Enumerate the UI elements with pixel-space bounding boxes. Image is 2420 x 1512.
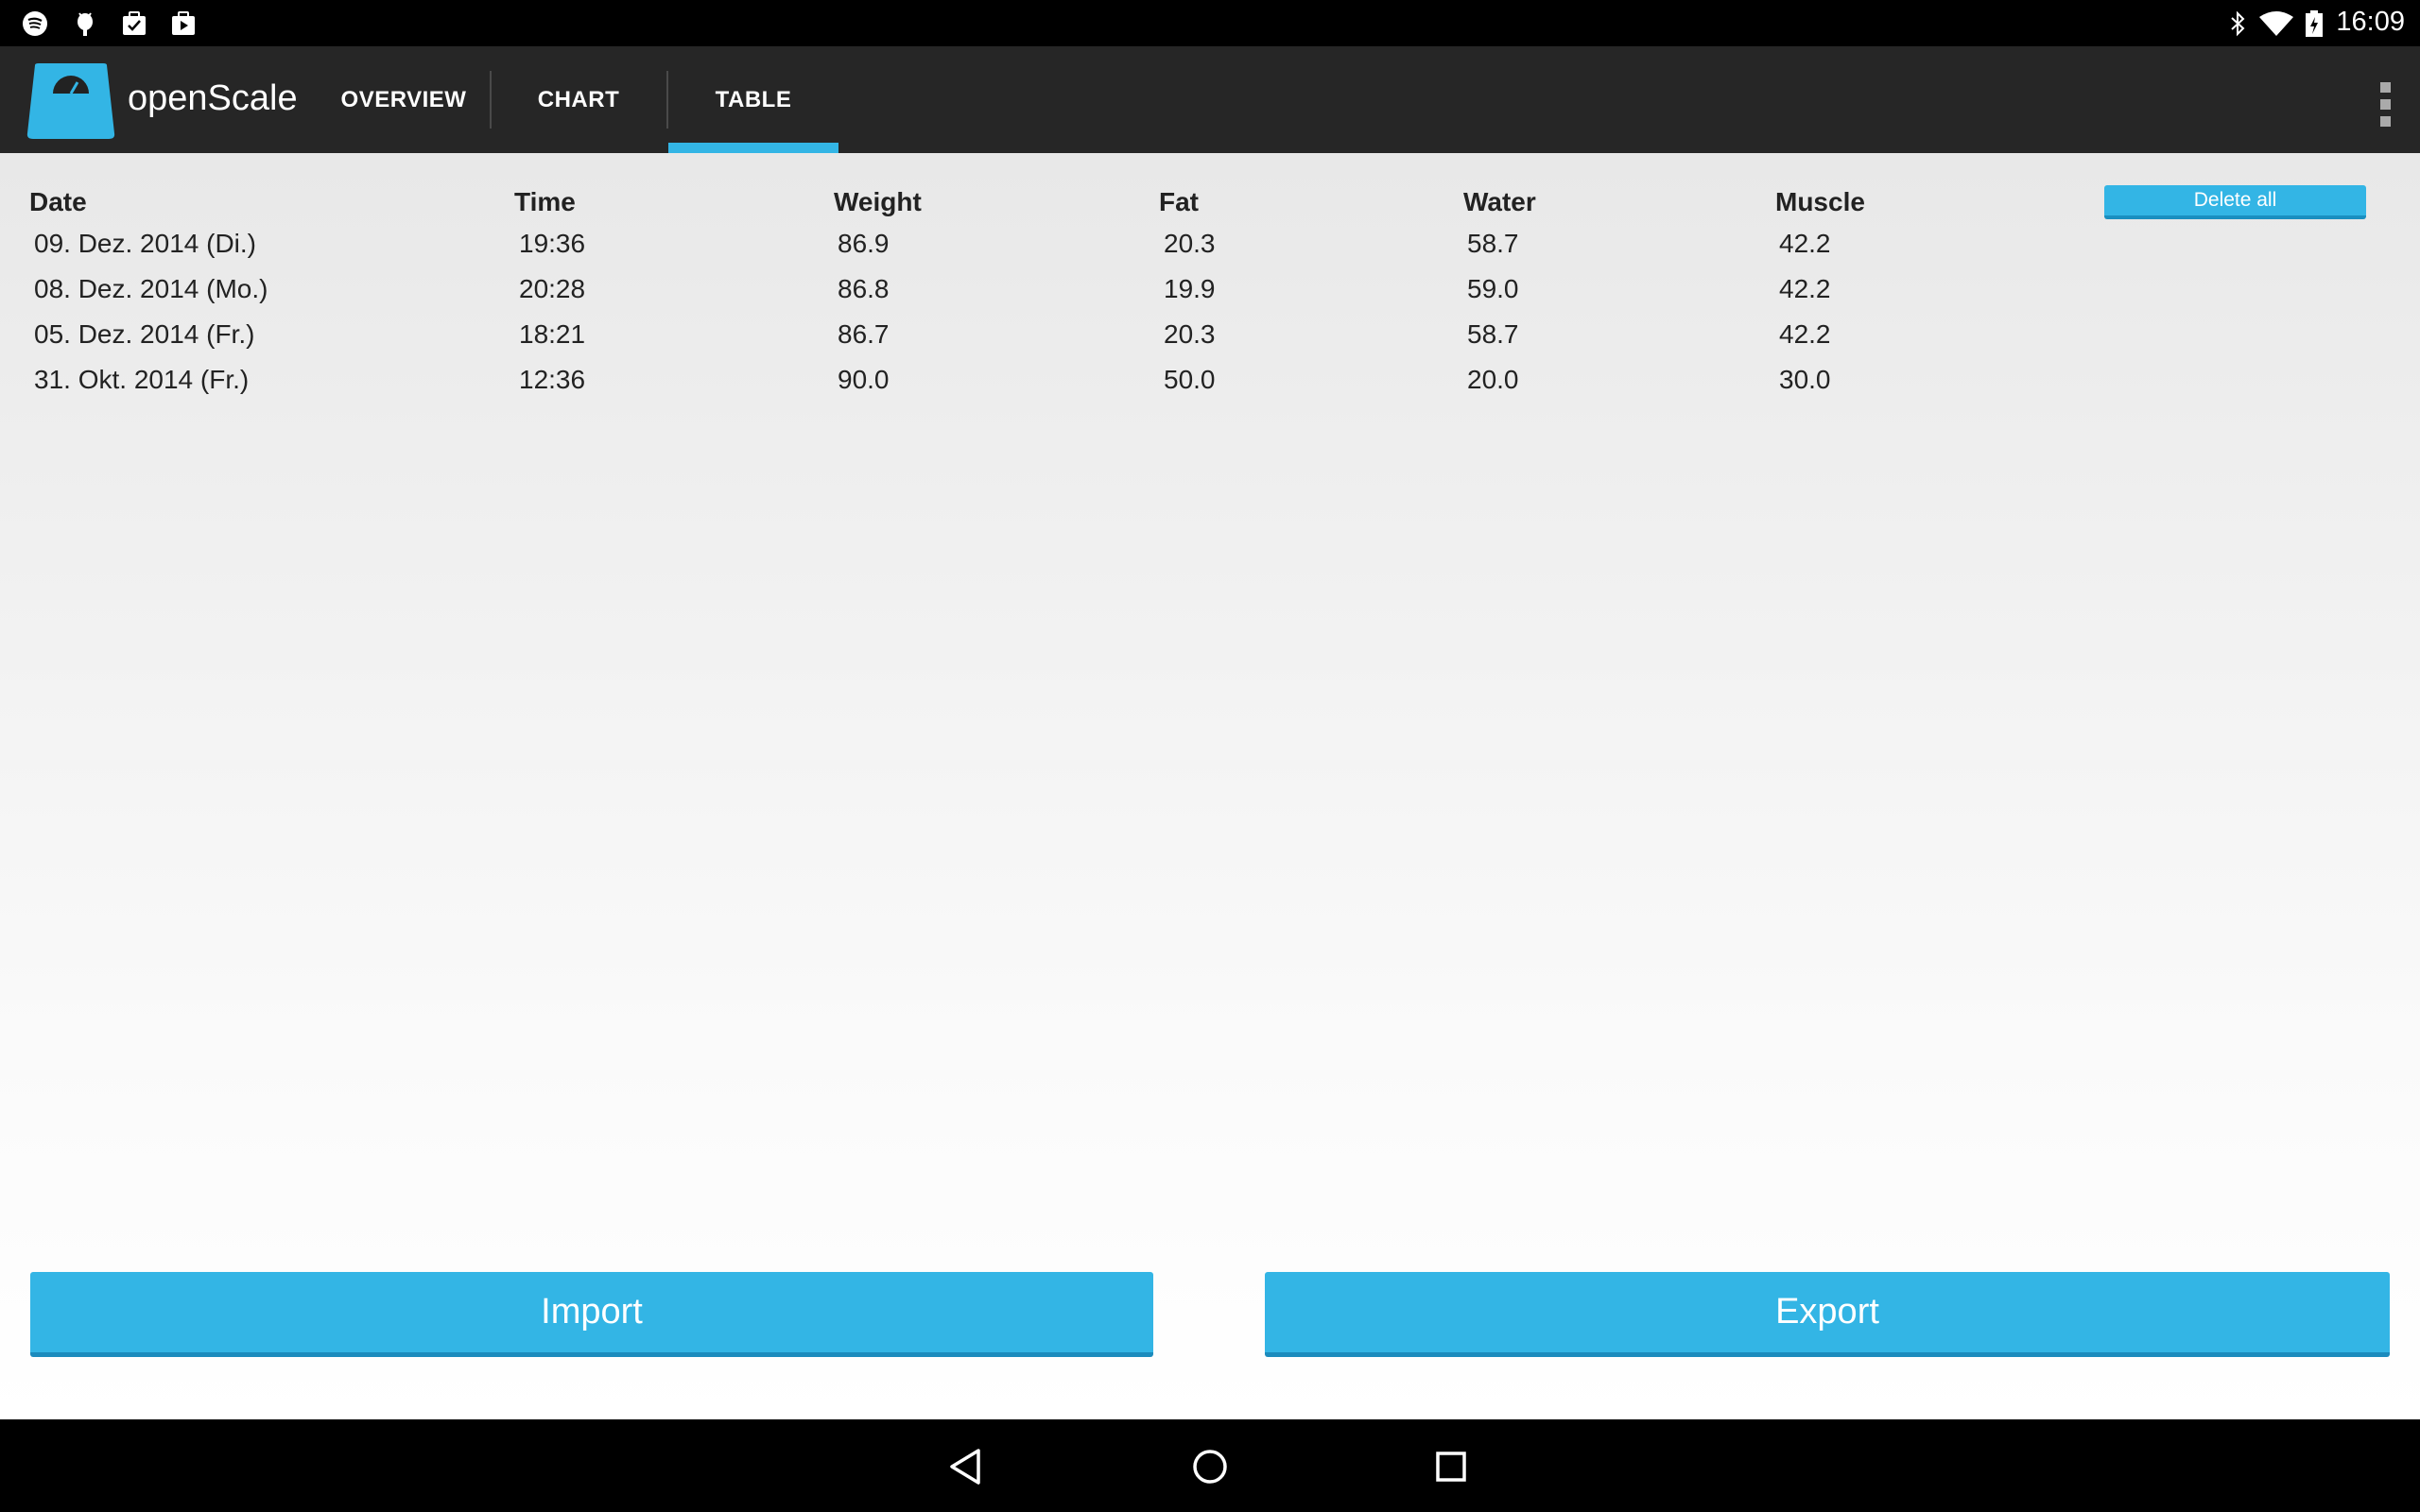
overflow-menu-icon[interactable] xyxy=(2371,82,2399,129)
import-button[interactable]: Import xyxy=(30,1272,1153,1357)
play-store-icon xyxy=(172,11,195,35)
cell-time: 20:28 xyxy=(519,274,586,303)
column-header-fat: Fat xyxy=(1159,187,1199,216)
tab-chart[interactable]: CHART xyxy=(503,46,654,153)
cell-date: 05. Dez. 2014 (Fr.) xyxy=(34,319,255,349)
task-check-icon xyxy=(123,11,146,35)
cell-date: 31. Okt. 2014 (Fr.) xyxy=(34,365,250,394)
cell-water: 20.0 xyxy=(1467,365,1519,394)
cell-water: 59.0 xyxy=(1467,274,1519,303)
cell-muscle: 42.2 xyxy=(1779,319,1831,349)
app-title: openScale xyxy=(128,78,298,118)
column-header-time: Time xyxy=(514,187,576,216)
tab-chart-label: CHART xyxy=(537,86,620,112)
cell-weight: 86.9 xyxy=(838,229,890,258)
delete-all-button[interactable]: Delete all xyxy=(2104,185,2366,219)
cell-water: 58.7 xyxy=(1467,229,1519,258)
column-header-weight: Weight xyxy=(834,187,922,216)
cell-fat: 20.3 xyxy=(1164,229,1216,258)
cell-fat: 50.0 xyxy=(1164,365,1216,394)
recents-icon[interactable] xyxy=(1427,1443,1475,1490)
cell-muscle: 42.2 xyxy=(1779,229,1831,258)
export-button[interactable]: Export xyxy=(1265,1272,2390,1357)
column-header-date: Date xyxy=(29,187,87,216)
spotify-icon xyxy=(23,11,47,36)
status-clock: 16:09 xyxy=(2336,7,2405,37)
active-tab-indicator xyxy=(668,143,838,153)
cell-weight: 86.7 xyxy=(838,319,890,349)
tab-table[interactable]: TABLE xyxy=(668,46,838,153)
wifi-icon xyxy=(2259,11,2293,36)
cell-weight: 90.0 xyxy=(838,365,890,394)
tab-divider xyxy=(490,71,492,129)
cell-time: 19:36 xyxy=(519,229,586,258)
cell-muscle: 42.2 xyxy=(1779,274,1831,303)
tab-overview[interactable]: OVERVIEW xyxy=(328,46,479,153)
cell-muscle: 30.0 xyxy=(1779,365,1831,394)
android-debug-icon xyxy=(78,12,93,36)
table-view: Date Time Weight Fat Water Muscle Delete… xyxy=(0,153,2420,1419)
cell-date: 08. Dez. 2014 (Mo.) xyxy=(34,274,268,303)
status-bar: 16:09 xyxy=(0,0,2420,46)
action-bar: openScale OVERVIEW CHART TABLE xyxy=(0,46,2420,153)
tab-overview-label: OVERVIEW xyxy=(340,86,467,112)
scale-logo-icon xyxy=(26,63,115,139)
bluetooth-icon xyxy=(2231,10,2245,37)
column-header-water: Water xyxy=(1463,187,1536,216)
battery-charging-icon xyxy=(2306,10,2323,37)
cell-date: 09. Dez. 2014 (Di.) xyxy=(34,229,256,258)
cell-time: 12:36 xyxy=(519,365,586,394)
home-icon[interactable] xyxy=(1186,1443,1234,1490)
navigation-bar xyxy=(0,1419,2420,1512)
cell-weight: 86.8 xyxy=(838,274,890,303)
column-header-muscle: Muscle xyxy=(1775,187,1865,216)
cell-fat: 19.9 xyxy=(1164,274,1216,303)
cell-time: 18:21 xyxy=(519,319,586,349)
tab-table-label: TABLE xyxy=(715,86,792,112)
cell-fat: 20.3 xyxy=(1164,319,1216,349)
back-icon[interactable] xyxy=(944,1443,992,1490)
cell-water: 58.7 xyxy=(1467,319,1519,349)
